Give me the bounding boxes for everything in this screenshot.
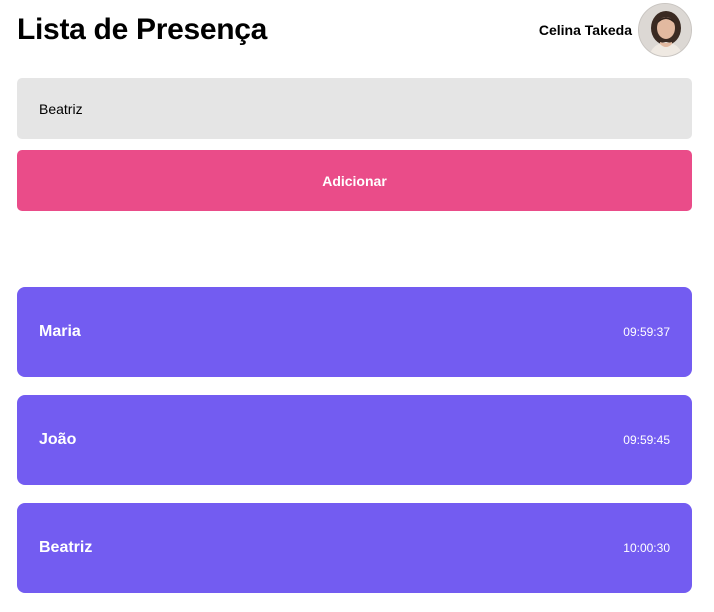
attendance-list: Maria 09:59:37 João 09:59:45 Beatriz 10:… — [17, 287, 692, 611]
list-item: João 09:59:45 — [17, 395, 692, 485]
header: Lista de Presença Celina Takeda — [17, 0, 692, 60]
add-button[interactable]: Adicionar — [17, 150, 692, 211]
student-name: Maria — [39, 323, 81, 340]
page-title: Lista de Presença — [17, 13, 268, 46]
list-item: Maria 09:59:37 — [17, 287, 692, 377]
student-time: 09:59:37 — [623, 325, 670, 339]
page: Lista de Presença Celina Takeda Adiciona… — [0, 0, 714, 612]
student-time: 10:00:30 — [623, 541, 670, 555]
user-profile: Celina Takeda — [539, 3, 692, 57]
avatar[interactable] — [638, 3, 692, 57]
name-input[interactable] — [17, 78, 692, 139]
user-name: Celina Takeda — [538, 22, 632, 38]
student-name: Beatriz — [39, 539, 93, 556]
user-photo-icon — [639, 4, 691, 56]
student-name: João — [39, 431, 77, 448]
list-item: Beatriz 10:00:30 — [17, 503, 692, 593]
student-time: 09:59:45 — [623, 433, 670, 447]
